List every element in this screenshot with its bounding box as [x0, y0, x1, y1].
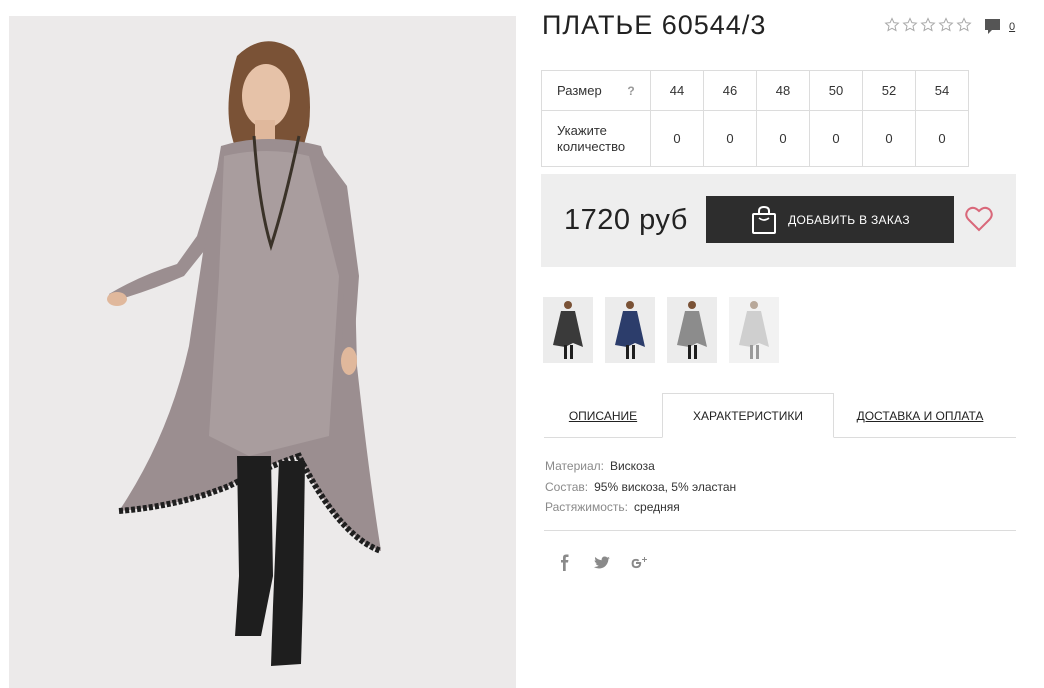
quantity-input[interactable]: 0	[650, 110, 704, 167]
size-cell: 46	[703, 70, 757, 111]
comments-count[interactable]: 0	[1009, 21, 1015, 33]
social-share	[555, 553, 649, 573]
thumbnail-light[interactable]	[729, 297, 779, 363]
google-plus-icon[interactable]	[629, 553, 649, 573]
dress-model-illustration	[9, 16, 516, 688]
tab-delivery-payment[interactable]: ДОСТАВКА И ОПЛАТА	[834, 393, 1006, 438]
dress-thumbnail-image	[729, 297, 779, 363]
add-to-order-label: ДОБАВИТЬ В ЗАКАЗ	[788, 212, 910, 227]
spec-value: средняя	[634, 500, 680, 514]
quantity-input[interactable]: 0	[915, 110, 969, 167]
spec-row-stretch: Растяжимость: средняя	[545, 497, 736, 518]
product-info-panel: ПЛАТЬЕ 60544/3 0 Размер ? 44 46 48 50 52…	[541, 0, 1017, 688]
dress-thumbnail-image	[667, 297, 717, 363]
dress-thumbnail-image	[543, 297, 593, 363]
spec-value: 95% вискоза, 5% эластан	[594, 479, 737, 494]
size-cell: 54	[915, 70, 969, 111]
favorite-heart-icon[interactable]	[965, 206, 993, 232]
star-icon[interactable]	[938, 17, 954, 33]
characteristics-list: Материал: Вискоза Состав: 95% вискоза, 5% …	[545, 456, 736, 518]
size-cell: 48	[756, 70, 810, 111]
thumbnail-blue[interactable]	[605, 297, 655, 363]
size-row: Размер ? 44 46 48 50 52 54	[541, 70, 969, 111]
tab-description[interactable]: ОПИСАНИЕ	[544, 393, 662, 438]
main-product-photo[interactable]	[9, 16, 516, 688]
buy-box: 1720 руб ДОБАВИТЬ В ЗАКАЗ	[541, 174, 1016, 267]
quantity-input[interactable]: 0	[703, 110, 757, 167]
spec-key: Растяжимость:	[545, 500, 629, 514]
size-cell: 44	[650, 70, 704, 111]
spec-value: Вискоза	[609, 459, 655, 473]
color-thumbnails	[543, 297, 779, 363]
product-tabs: ОПИСАНИЕ ХАРАКТЕРИСТИКИ ДОСТАВКА И ОПЛАТ…	[544, 393, 1016, 438]
star-icon[interactable]	[902, 17, 918, 33]
spec-key: Материал:	[545, 459, 604, 473]
comment-icon	[985, 19, 1000, 34]
divider	[544, 530, 1016, 531]
twitter-icon[interactable]	[592, 553, 612, 573]
quantity-input[interactable]: 0	[862, 110, 916, 167]
quantity-input[interactable]: 0	[756, 110, 810, 167]
star-icon[interactable]	[956, 17, 972, 33]
quantity-row: Укажите количество 0 0 0 0 0 0	[541, 110, 969, 167]
product-title: ПЛАТЬЕ 60544/3	[542, 10, 767, 40]
size-help-icon[interactable]: ?	[627, 83, 634, 99]
add-to-order-button[interactable]: ДОБАВИТЬ В ЗАКАЗ	[706, 196, 954, 243]
quantity-input[interactable]: 0	[809, 110, 863, 167]
spec-row-composition: Состав: 95% вискоза, 5% эластан	[545, 477, 736, 498]
product-price: 1720 руб	[564, 204, 688, 236]
size-cell: 50	[809, 70, 863, 111]
shopping-bag-icon	[752, 205, 777, 234]
thumbnail-grey[interactable]	[667, 297, 717, 363]
size-label: Размер	[557, 82, 602, 98]
star-icon[interactable]	[920, 17, 936, 33]
facebook-icon[interactable]	[555, 553, 575, 573]
dress-thumbnail-image	[605, 297, 655, 363]
size-cell: 52	[862, 70, 916, 111]
tab-characteristics[interactable]: ХАРАКТЕРИСТИКИ	[662, 393, 834, 438]
star-icon[interactable]	[884, 17, 900, 33]
spec-row-material: Материал: Вискоза	[545, 456, 736, 477]
thumbnail-dark[interactable]	[543, 297, 593, 363]
rating-stars[interactable]	[884, 17, 972, 33]
size-quantity-table: Размер ? 44 46 48 50 52 54 Укажите колич…	[541, 70, 969, 167]
quantity-label: Укажите количество	[541, 110, 651, 167]
comments-link[interactable]: 0	[984, 18, 1015, 36]
size-label-cell: Размер ?	[541, 70, 651, 111]
spec-key: Состав:	[545, 479, 589, 494]
